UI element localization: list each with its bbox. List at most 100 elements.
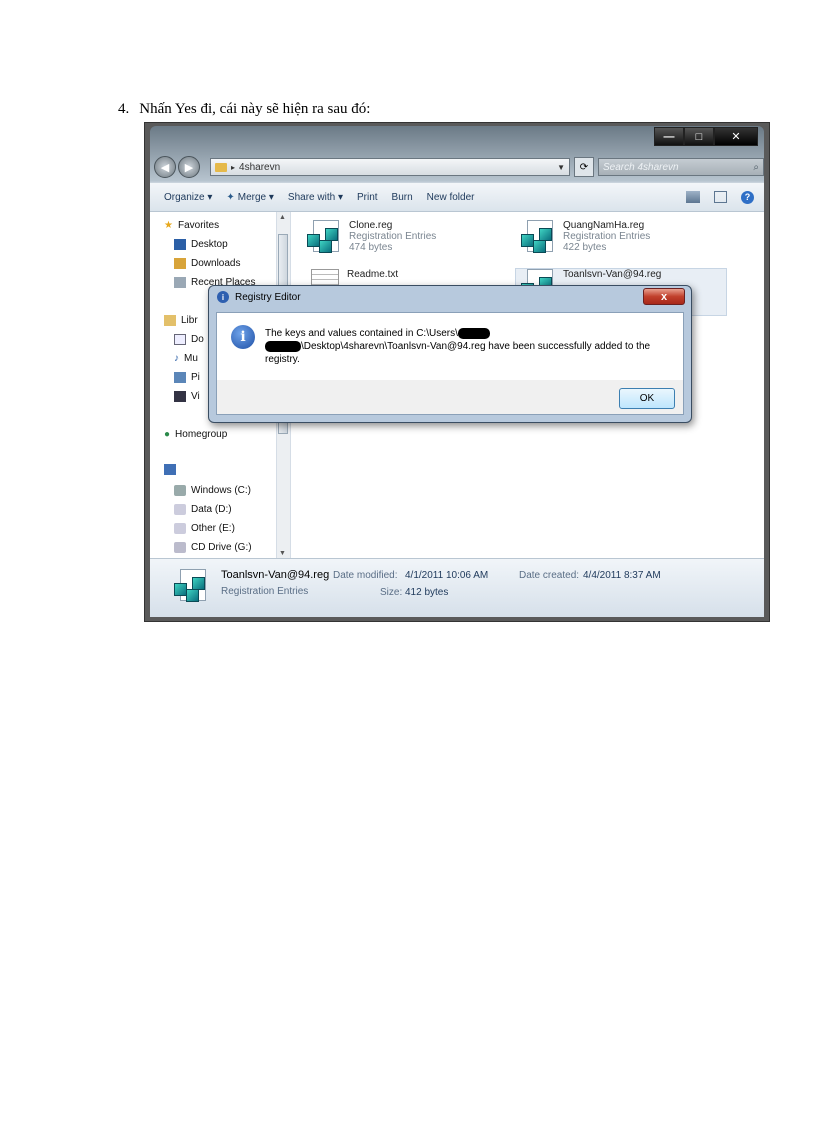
- nav-favorites-label: Favorites: [177, 220, 220, 231]
- new-folder-label: New folder: [426, 191, 475, 203]
- drive-icon: [174, 504, 186, 515]
- nav-drive-d[interactable]: Data (D:): [174, 504, 232, 515]
- videos-icon: [174, 391, 186, 402]
- explorer-window: — □ ✕ ◀ ▶ ▸ 4sharevn ▼ ⟳ Search 4sharevn…: [150, 126, 764, 617]
- file-size: 474 bytes: [349, 242, 393, 253]
- folder-icon: [215, 162, 227, 172]
- recent-places-icon: [174, 277, 186, 288]
- file-name: Clone.reg: [349, 220, 393, 231]
- nav-videos-label: Vi: [191, 391, 200, 402]
- print-button[interactable]: Print: [357, 192, 378, 203]
- dialog-body: i The keys and values contained in C:\Us…: [216, 312, 684, 382]
- file-item[interactable]: QuangNamHa.reg Registration Entries 422 …: [521, 220, 650, 254]
- organize-button[interactable]: Organize ▾: [164, 192, 212, 203]
- share-with-button[interactable]: Share with ▾: [288, 192, 343, 203]
- nav-music[interactable]: ♪ Mu: [174, 353, 198, 364]
- date-created-label: Date created:: [519, 570, 580, 581]
- cd-drive-icon: [174, 542, 186, 553]
- pictures-icon: [174, 372, 186, 383]
- minimize-button[interactable]: —: [654, 127, 684, 146]
- nav-desktop[interactable]: Desktop: [174, 239, 228, 250]
- file-name: Toanlsvn-Van@94.reg: [563, 269, 662, 280]
- drive-icon: [174, 523, 186, 534]
- refresh-icon: ⟳: [579, 161, 589, 173]
- nav-homegroup[interactable]: ● Homegroup: [164, 429, 227, 440]
- print-label: Print: [356, 191, 378, 203]
- file-name: QuangNamHa.reg: [563, 220, 645, 231]
- info-icon: i: [217, 291, 229, 303]
- burn-button[interactable]: Burn: [392, 192, 413, 203]
- documents-icon: [174, 334, 186, 345]
- date-modified-value: 4/1/2011 10:06 AM: [405, 570, 489, 581]
- share-with-label: Share with ▾: [287, 191, 343, 203]
- help-icon[interactable]: ?: [741, 190, 754, 204]
- dialog-close-button[interactable]: x: [643, 288, 685, 305]
- document-step: 4. Nhấn Yes đi, cái này sẽ hiện ra sau đ…: [118, 101, 370, 118]
- nav-libraries[interactable]: Libr: [164, 315, 198, 326]
- screenshot-frame: — □ ✕ ◀ ▶ ▸ 4sharevn ▼ ⟳ Search 4sharevn…: [144, 122, 770, 622]
- redaction-mark: [457, 327, 490, 339]
- nav-documents-label: Do: [191, 334, 204, 345]
- nav-music-label: Mu: [184, 353, 198, 364]
- close-window-button[interactable]: ✕: [714, 127, 758, 146]
- address-path: 4sharevn: [239, 161, 281, 173]
- downloads-icon: [174, 258, 186, 269]
- new-folder-button[interactable]: New folder: [427, 192, 475, 203]
- computer-icon: [164, 464, 176, 475]
- search-input[interactable]: Search 4sharevn ⌕: [598, 158, 764, 176]
- desktop-icon: [174, 239, 186, 250]
- breadcrumb-arrow-icon: ▸: [231, 162, 236, 172]
- nav-downloads[interactable]: Downloads: [174, 258, 240, 269]
- music-icon: ♪: [174, 353, 179, 364]
- view-mode-icon[interactable]: [686, 191, 700, 203]
- size-value: 412 bytes: [405, 587, 449, 598]
- scroll-up-icon[interactable]: ▲: [279, 214, 286, 221]
- dialog-message: The keys and values contained in C:\User…: [265, 327, 665, 366]
- nav-documents[interactable]: Do: [174, 334, 204, 345]
- date-modified-label: Date modified:: [333, 570, 398, 581]
- address-dropdown-icon[interactable]: ▼: [557, 163, 565, 172]
- burn-label: Burn: [391, 191, 413, 203]
- nav-computer[interactable]: [164, 464, 176, 475]
- details-file-name: Toanlsvn-Van@94.reg: [221, 569, 330, 581]
- ok-button[interactable]: OK: [619, 388, 675, 409]
- registry-file-icon: [174, 569, 208, 603]
- address-bar[interactable]: ▸ 4sharevn ▼: [210, 158, 570, 176]
- registry-file-icon: [521, 220, 555, 254]
- nav-drive-g[interactable]: CD Drive (G:): [174, 542, 252, 553]
- merge-icon: ✦: [226, 191, 235, 203]
- merge-label: Merge ▾: [237, 191, 274, 203]
- nav-videos[interactable]: Vi: [174, 391, 200, 402]
- information-icon: i: [231, 325, 255, 349]
- window-controls: — □ ✕: [654, 127, 758, 146]
- nav-pictures[interactable]: Pi: [174, 372, 200, 383]
- size-label: Size:: [380, 587, 403, 598]
- scroll-down-icon[interactable]: ▼: [279, 550, 286, 557]
- back-button[interactable]: ◀: [154, 156, 176, 178]
- nav-drive-e-label: Other (E:): [191, 523, 235, 534]
- maximize-button[interactable]: □: [684, 127, 714, 146]
- homegroup-icon: ●: [164, 429, 171, 440]
- search-placeholder: Search 4sharevn: [603, 161, 679, 173]
- details-pane: Toanlsvn-Van@94.reg Registration Entries…: [150, 558, 764, 617]
- step-number: 4.: [118, 101, 130, 117]
- file-item[interactable]: Clone.reg Registration Entries 474 bytes: [307, 220, 436, 254]
- registry-file-icon: [307, 220, 341, 254]
- redaction-mark: [265, 340, 301, 352]
- navigation-row: ◀ ▶ ▸ 4sharevn ▼ ⟳ Search 4sharevn ⌕: [154, 154, 764, 180]
- preview-pane-icon[interactable]: [714, 191, 727, 203]
- star-icon: ★: [164, 220, 173, 231]
- file-type: Registration Entries: [563, 231, 651, 242]
- nav-drive-e[interactable]: Other (E:): [174, 523, 235, 534]
- merge-button[interactable]: ✦ Merge ▾: [226, 192, 274, 203]
- nav-drive-c[interactable]: Windows (C:): [174, 485, 251, 496]
- message-part-2: \Desktop\4sharevn\Toanlsvn-Van@94.reg ha…: [265, 341, 651, 365]
- refresh-button[interactable]: ⟳: [574, 157, 594, 177]
- nav-drive-g-label: CD Drive (G:): [191, 542, 252, 553]
- file-name: Readme.txt: [347, 269, 399, 280]
- forward-button[interactable]: ▶: [178, 156, 200, 178]
- dialog-title-bar: i Registry Editor: [217, 291, 301, 303]
- dialog-title: Registry Editor: [235, 291, 301, 303]
- libraries-icon: [164, 315, 176, 326]
- nav-favorites[interactable]: ★ Favorites: [164, 220, 219, 231]
